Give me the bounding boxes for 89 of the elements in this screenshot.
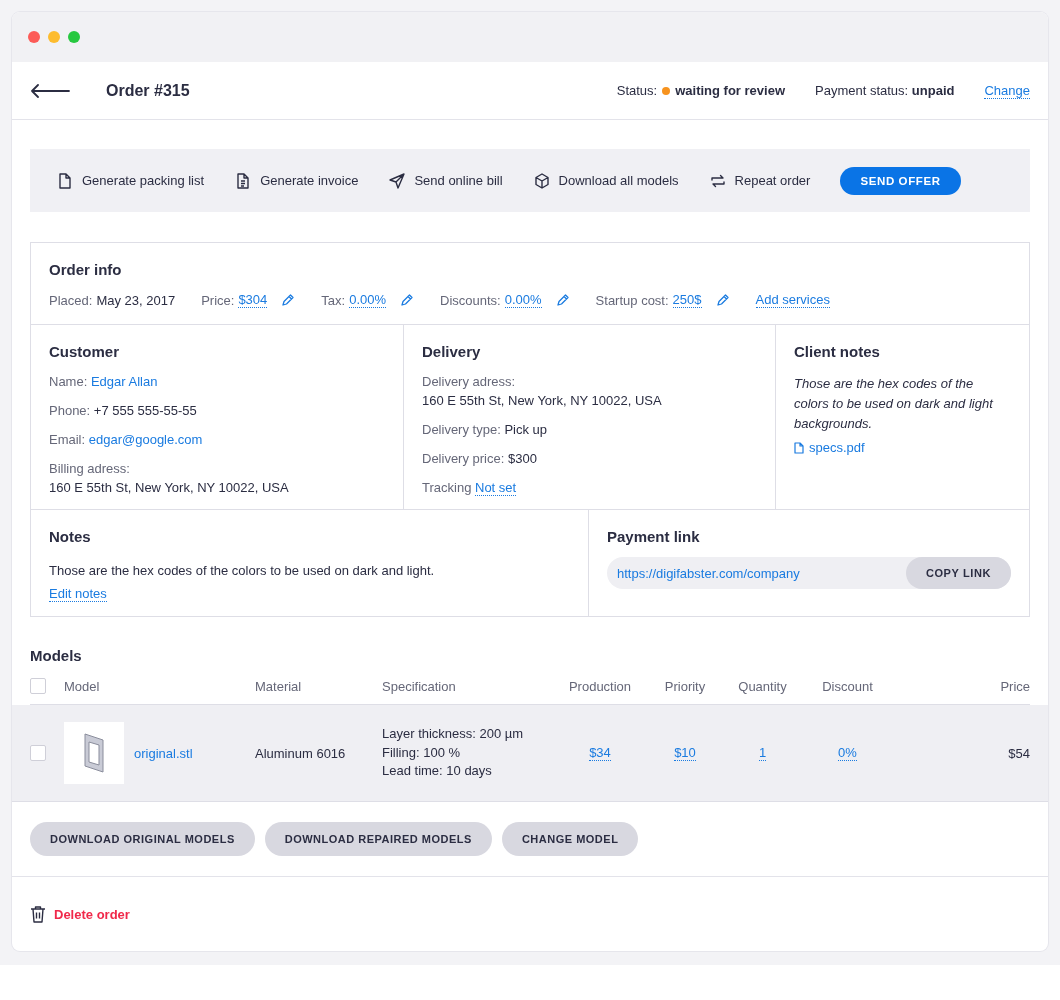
toolbar-action[interactable]: Repeat order: [708, 171, 811, 190]
discount-link[interactable]: 0%: [838, 745, 857, 761]
field-label: Tax:: [321, 292, 346, 308]
field-value: $300: [508, 451, 537, 466]
column-header: Production: [568, 678, 632, 694]
field-label: Startup cost:: [595, 292, 669, 308]
field-label: Delivery type:: [422, 422, 501, 437]
field-label: Tracking: [422, 480, 472, 495]
trash-icon: [30, 905, 46, 923]
toolbar-action[interactable]: Download all models: [532, 171, 679, 190]
toolbar-action[interactable]: Generate invoice: [234, 171, 359, 190]
table-cell: $54: [1008, 745, 1030, 761]
column-header: Price: [1000, 678, 1030, 694]
page-icon: [56, 171, 74, 190]
change-link[interactable]: Change: [984, 82, 1030, 99]
toolbar-action[interactable]: Send online bill: [388, 171, 503, 190]
section-title: Payment link: [607, 528, 701, 545]
pencil-icon[interactable]: [400, 293, 415, 307]
specification-line: Layer thickness: 200 µm: [382, 725, 524, 744]
edit-notes-link[interactable]: Edit notes: [49, 586, 107, 602]
field-label: Email:: [49, 432, 86, 447]
add-services-link[interactable]: Add services: [755, 292, 830, 308]
field-label: Phone:: [49, 403, 91, 418]
file-icon: [794, 441, 804, 454]
specification-line: Lead time: 10 days: [382, 762, 493, 781]
value-link[interactable]: Not set: [475, 480, 517, 496]
pencil-icon[interactable]: [555, 293, 570, 307]
field-label: Price:: [201, 292, 235, 308]
field-value: 160 E 55th St, New York, NY 10022, USA: [422, 393, 662, 408]
section-title: Order info: [49, 261, 123, 278]
field-value: +7 555 555-55-55: [93, 403, 197, 418]
quantity-link[interactable]: 1: [758, 745, 767, 761]
delete-order-button[interactable]: Delete order: [30, 905, 130, 923]
value-link[interactable]: Edgar Allan: [90, 374, 158, 389]
value-link[interactable]: 0.00%: [349, 292, 387, 308]
payment-status-value: unpaid: [911, 83, 955, 98]
checkbox[interactable]: [30, 745, 46, 761]
section-title: Customer: [49, 343, 120, 360]
notes-text: Those are the hex codes of the colors to be used on dark and light.: [49, 563, 436, 578]
back-arrow-icon[interactable]: [30, 83, 70, 98]
specification-line: Filling: 100 %: [382, 743, 462, 762]
field-label: Delivery adress:: [422, 374, 517, 389]
value-link[interactable]: 0.00%: [504, 292, 542, 308]
order-title: Order #315: [106, 81, 190, 100]
file-link[interactable]: specs.pdf: [794, 440, 1011, 455]
column-header: Quantity: [738, 678, 787, 694]
field-label: Discounts:: [440, 292, 501, 308]
pencil-icon[interactable]: [715, 293, 730, 307]
field-value: 160 E 55th St, New York, NY 10022, USA: [49, 480, 289, 495]
model-action-button[interactable]: CHANGE MODEL: [501, 822, 639, 856]
copy-link-button[interactable]: COPY LINK: [905, 557, 1011, 589]
priority-price-link[interactable]: $10: [674, 745, 696, 761]
model-action-button[interactable]: DOWNLOAD REPAIRED MODELS: [264, 822, 492, 856]
checkbox[interactable]: [30, 678, 46, 694]
model-thumbnail: [64, 722, 124, 784]
model-file-link[interactable]: original.stl: [134, 745, 193, 761]
column-header: Discount: [822, 678, 873, 694]
field-label: Delivery price:: [422, 451, 505, 466]
cube-icon: [532, 171, 551, 190]
status-dot: [662, 86, 671, 95]
close-window-icon[interactable]: [28, 31, 40, 43]
field-value: May 23, 2017: [96, 292, 176, 308]
column-header: Specification: [382, 678, 456, 694]
value-link[interactable]: edgar@google.com: [88, 432, 203, 447]
field-label: Placed:: [49, 292, 93, 308]
payment-link-field[interactable]: https://digifabster.com/company COPY LINK: [607, 557, 1011, 589]
client-notes-text: Those are the hex codes of the colors to be used on dark and light backgrounds.: [794, 375, 995, 433]
field-label: Name:: [49, 374, 88, 389]
column-header: Model: [64, 678, 100, 694]
section-title: Models: [30, 647, 83, 664]
column-header: Material: [255, 678, 302, 694]
paper-plane-icon: [388, 171, 407, 190]
model-action-button[interactable]: DOWNLOAD ORIGINAL MODELS: [30, 822, 255, 856]
value-link[interactable]: 250$: [672, 292, 702, 308]
payment-status-label: Payment status:: [815, 83, 909, 98]
status-value: waiting for review: [675, 83, 785, 98]
field-value: Pick up: [504, 422, 547, 437]
section-title: Client notes: [794, 343, 881, 360]
value-link[interactable]: $304: [238, 292, 268, 308]
section-title: Delivery: [422, 343, 482, 360]
table-cell: Aluminum 6016: [255, 745, 346, 761]
production-price-link[interactable]: $34: [589, 745, 611, 761]
pencil-icon[interactable]: [281, 293, 296, 307]
send-offer-button[interactable]: SEND OFFER: [840, 166, 961, 195]
status-label: Status:: [616, 83, 658, 98]
toolbar-action[interactable]: Generate packing list: [56, 171, 205, 190]
field-label: Billing adress:: [49, 461, 131, 476]
section-title: Notes: [49, 528, 92, 545]
column-header: Priority: [664, 678, 706, 694]
